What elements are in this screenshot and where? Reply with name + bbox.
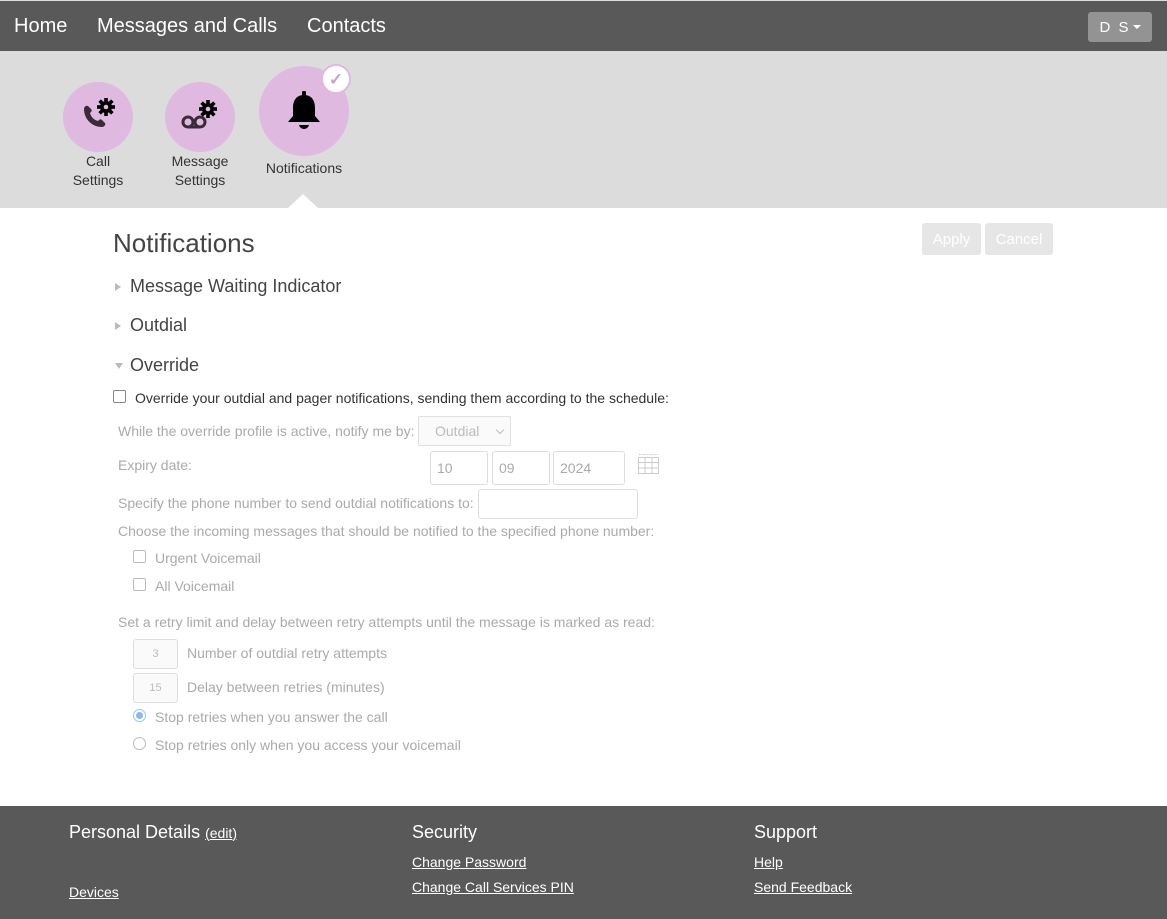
subnav-notifications[interactable]: ✓ Notifications (254, 64, 354, 178)
expand-arrow-icon (115, 321, 121, 330)
devices-link[interactable]: Devices (69, 884, 119, 900)
expiry-day-input[interactable]: 10 (430, 451, 488, 485)
notifications-label: Notifications (265, 160, 343, 176)
notify-by-value: Outdial (435, 423, 480, 439)
caret-down-icon (1132, 25, 1141, 29)
notifications-panel: Notifications Apply Cancel Message Waiti… (0, 208, 1167, 806)
settings-subnav: Call Settings Message Settings ✓ Notific… (0, 51, 1167, 208)
message-settings-circle (165, 82, 235, 152)
choose-messages-label: Choose the incoming messages that should… (118, 523, 655, 539)
change-pin-link[interactable]: Change Call Services PIN (412, 879, 574, 895)
nav-home[interactable]: Home (14, 15, 67, 38)
subnav-message-settings[interactable]: Message Settings (160, 82, 240, 190)
message-settings-label-line1: Message (171, 153, 229, 169)
calendar-icon[interactable] (638, 453, 659, 475)
section-message-waiting-indicator[interactable]: Message Waiting Indicator (115, 276, 341, 297)
section-outdial[interactable]: Outdial (115, 315, 187, 336)
stop-on-voicemail-label: Stop retries only when you access your v… (155, 737, 461, 753)
call-settings-circle (63, 82, 133, 152)
expiry-date-label: Expiry date: (118, 457, 192, 473)
subnav-call-settings[interactable]: Call Settings (58, 82, 138, 190)
bell-icon (288, 91, 320, 129)
section-label: Message Waiting Indicator (130, 276, 342, 296)
retry-attempts-label: Number of outdial retry attempts (187, 645, 387, 661)
override-enable-label: Override your outdial and pager notifica… (135, 390, 669, 406)
top-navigation-bar: Home Messages and Calls Contacts D S (0, 0, 1167, 51)
help-link[interactable]: Help (754, 854, 783, 870)
urgent-voicemail-checkbox[interactable] (133, 550, 146, 563)
section-override[interactable]: Override (115, 355, 199, 376)
retry-delay-label: Delay between retries (minutes) (187, 679, 385, 695)
edit-personal-details-wrap: (edit) (205, 825, 237, 841)
phone-number-input[interactable] (478, 489, 638, 519)
stop-on-voicemail-radio[interactable] (133, 737, 146, 750)
call-settings-label-line2: Settings (72, 172, 124, 188)
urgent-voicemail-label: Urgent Voicemail (155, 550, 261, 566)
message-settings-label-line2: Settings (174, 172, 226, 188)
notify-by-label: While the override profile is active, no… (118, 423, 415, 439)
retry-delay-input[interactable]: 15 (133, 673, 178, 703)
change-password-link[interactable]: Change Password (412, 854, 526, 870)
phone-number-label: Specify the phone number to send outdial… (118, 495, 474, 511)
collapse-arrow-icon (115, 362, 123, 369)
voicemail-gear-icon (181, 100, 217, 129)
user-initials: D S (1099, 18, 1131, 36)
chevron-down-icon (495, 425, 505, 435)
active-tab-pointer (288, 194, 318, 208)
section-label: Outdial (130, 315, 188, 335)
check-icon: ✓ (328, 69, 344, 89)
nav-messages-and-calls[interactable]: Messages and Calls (97, 15, 277, 38)
retry-attempts-input[interactable]: 3 (133, 639, 178, 669)
personal-details-title: Personal Details (69, 822, 201, 842)
override-enable-checkbox[interactable] (113, 390, 126, 403)
section-label: Override (130, 355, 200, 375)
send-feedback-link[interactable]: Send Feedback (754, 879, 852, 895)
active-check-badge: ✓ (321, 64, 351, 94)
apply-button[interactable]: Apply (922, 223, 981, 255)
all-voicemail-label: All Voicemail (155, 578, 235, 594)
cancel-button[interactable]: Cancel (985, 223, 1053, 255)
footer: Personal Details (edit) Devices Security… (0, 806, 1167, 919)
notifications-circle: ✓ (259, 64, 351, 156)
nav-contacts[interactable]: Contacts (307, 15, 386, 38)
notify-by-select[interactable]: Outdial (418, 416, 511, 446)
stop-on-answer-radio[interactable] (133, 709, 146, 722)
support-heading: Support (754, 822, 818, 842)
expiry-month-input[interactable]: 09 (492, 451, 550, 485)
personal-details-heading: Personal Details (edit) (69, 822, 237, 843)
stop-on-answer-label: Stop retries when you answer the call (155, 709, 388, 725)
retry-settings-label: Set a retry limit and delay between retr… (118, 614, 655, 630)
expand-arrow-icon (115, 282, 121, 291)
page-title: Notifications (113, 228, 255, 258)
all-voicemail-checkbox[interactable] (133, 578, 146, 591)
expiry-year-input[interactable]: 2024 (553, 451, 625, 485)
edit-personal-details-link[interactable]: edit (210, 825, 233, 841)
user-menu-button[interactable]: D S (1088, 12, 1152, 42)
security-heading: Security (412, 822, 478, 842)
call-settings-label-line1: Call (85, 153, 111, 169)
phone-gear-icon (84, 98, 115, 127)
